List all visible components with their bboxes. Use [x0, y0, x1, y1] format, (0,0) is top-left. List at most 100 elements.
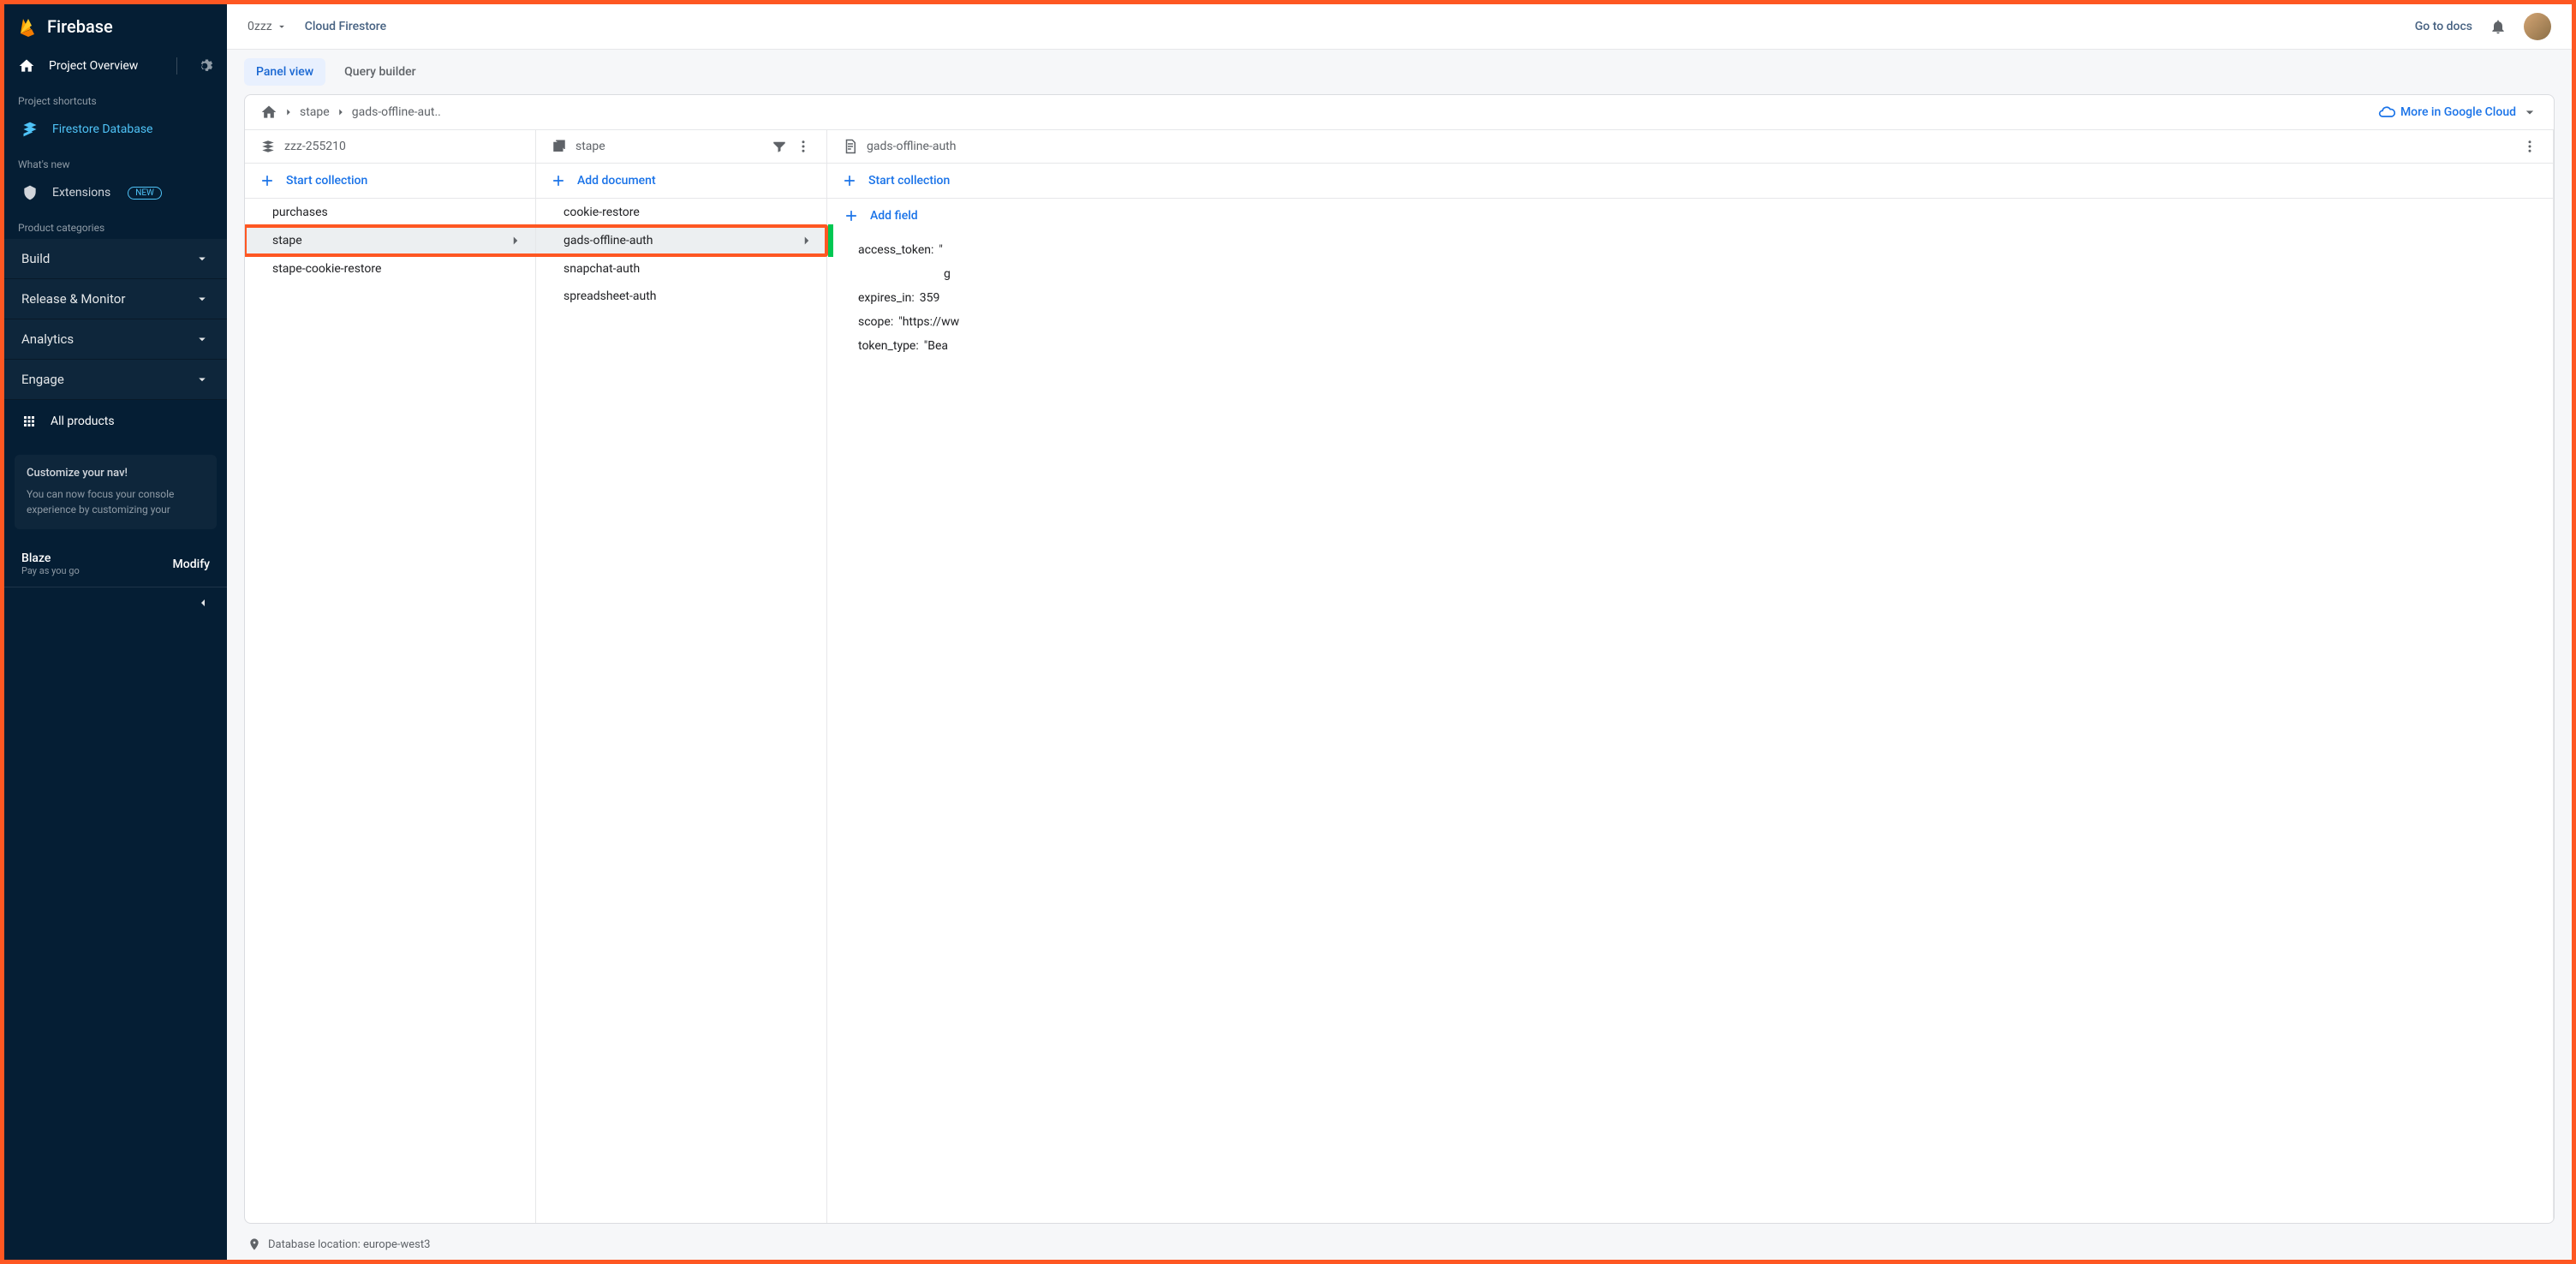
add-document-label: Add document [577, 174, 656, 188]
sidebar-item-extensions[interactable]: Extensions NEW [4, 176, 227, 210]
chevron-down-icon [194, 331, 210, 347]
home-icon[interactable] [260, 104, 277, 121]
add-field-button[interactable]: Add field [827, 199, 2553, 233]
field-row[interactable]: access_token: " [827, 238, 2553, 262]
category-label: Analytics [21, 331, 74, 347]
list-item-label: cookie-restore [564, 206, 640, 219]
filter-icon[interactable] [772, 139, 787, 154]
list-item-label: purchases [272, 206, 328, 219]
database-icon [260, 139, 276, 154]
field-value: 359 [920, 291, 940, 305]
field-value: " [939, 243, 942, 257]
fields-column: gads-offline-auth Start collection Add f… [827, 130, 2554, 1223]
all-products-link[interactable]: All products [4, 400, 227, 443]
footer: Database location: europe-west3 [227, 1229, 2572, 1260]
promo-card: Customize your nav! You can now focus yo… [15, 455, 217, 529]
new-badge: NEW [128, 187, 162, 200]
list-item[interactable]: cookie-restore [536, 199, 826, 226]
field-key: scope: [858, 315, 893, 329]
firestore-icon [21, 121, 39, 138]
category-analytics[interactable]: Analytics [4, 319, 227, 360]
firebase-logo-row[interactable]: Firebase [4, 4, 227, 49]
category-build[interactable]: Build [4, 239, 227, 279]
list-item-label: spreadsheet-auth [564, 289, 657, 303]
location-icon [247, 1237, 261, 1251]
list-item-label: gads-offline-auth [564, 234, 653, 247]
start-collection-button[interactable]: Start collection [827, 164, 2553, 199]
category-label: Engage [21, 372, 64, 387]
column-header-root: zzz-255210 [245, 130, 535, 164]
apps-icon [21, 414, 37, 429]
list-item[interactable]: spreadsheet-auth [536, 283, 826, 310]
field-key: expires_in: [858, 291, 915, 305]
breadcrumb-document[interactable]: gads-offline-aut.. [352, 105, 441, 119]
extensions-icon [21, 184, 39, 201]
list-item-label: snapchat-auth [564, 262, 640, 276]
start-collection-label: Start collection [868, 174, 950, 188]
cloud-icon [2378, 104, 2395, 121]
project-overview-row[interactable]: Project Overview [4, 49, 227, 83]
list-item[interactable]: gads-offline-auth [536, 226, 826, 255]
chevron-right-icon [335, 106, 347, 118]
category-engage[interactable]: Engage [4, 360, 227, 400]
breadcrumb-collection[interactable]: stape [300, 105, 330, 119]
go-to-docs-link[interactable]: Go to docs [2415, 20, 2472, 33]
sidebar: Firebase Project Overview Project shortc… [4, 4, 227, 1260]
plus-icon [550, 172, 567, 189]
more-vert-icon[interactable] [796, 139, 811, 154]
home-icon [18, 57, 35, 75]
category-label: Release & Monitor [21, 291, 125, 307]
collection-column: zzz-255210 Start collection purchases sta… [245, 130, 536, 1223]
notifications-icon[interactable] [2490, 18, 2507, 35]
category-label: Build [21, 251, 50, 266]
breadcrumb: stape gads-offline-aut.. More in Google … [245, 95, 2554, 130]
plus-icon [841, 172, 858, 189]
list-item[interactable]: purchases [245, 199, 535, 226]
collapse-sidebar-button[interactable] [4, 587, 227, 618]
section-shortcuts-label: Project shortcuts [4, 83, 227, 112]
field-row[interactable]: scope: "https://ww [827, 310, 2553, 334]
tabs: Panel view Query builder [227, 50, 2572, 94]
field-row[interactable]: expires_in: 359 [827, 286, 2553, 310]
collection-icon [552, 139, 567, 154]
list-item[interactable]: stape-cookie-restore [245, 255, 535, 283]
modify-button[interactable]: Modify [173, 557, 210, 571]
more-vert-icon[interactable] [2522, 139, 2537, 154]
gear-icon[interactable] [196, 57, 213, 75]
project-dropdown[interactable]: 0zzz [247, 20, 288, 33]
list-item[interactable]: snapchat-auth [536, 255, 826, 283]
list-item-label: stape-cookie-restore [272, 262, 381, 276]
plan-sub: Pay as you go [21, 565, 80, 576]
database-location-label: Database location: europe-west3 [268, 1238, 430, 1251]
category-release-monitor[interactable]: Release & Monitor [4, 279, 227, 319]
more-in-google-cloud-link[interactable]: More in Google Cloud [2378, 104, 2538, 121]
section-whatsnew-label: What's new [4, 146, 227, 176]
start-collection-button[interactable]: Start collection [245, 164, 535, 199]
plus-icon [843, 207, 860, 224]
tab-query-builder[interactable]: Query builder [332, 58, 427, 86]
list-item-label: stape [272, 234, 302, 247]
project-overview-label: Project Overview [49, 59, 158, 73]
field-value: "Bea [924, 339, 948, 353]
start-collection-label: Start collection [286, 174, 367, 188]
list-item[interactable]: stape [245, 226, 535, 255]
green-indicator [828, 224, 833, 257]
all-products-label: All products [51, 414, 115, 428]
chevron-right-icon [508, 233, 523, 248]
field-row[interactable]: token_type: "Bea [827, 334, 2553, 358]
tab-panel-view[interactable]: Panel view [244, 58, 325, 86]
firestore-panel: stape gads-offline-aut.. More in Google … [244, 94, 2555, 1224]
document-name: gads-offline-auth [867, 140, 956, 153]
chevron-down-icon [276, 21, 288, 33]
sidebar-item-firestore-database[interactable]: Firestore Database [4, 112, 227, 146]
add-document-button[interactable]: Add document [536, 164, 826, 199]
document-icon [843, 139, 858, 154]
cloud-link-label: More in Google Cloud [2400, 105, 2516, 119]
column-header-document: gads-offline-auth [827, 130, 2553, 164]
topbar-title: Cloud Firestore [305, 20, 386, 33]
field-value: "https://ww [898, 315, 959, 329]
field-key: access_token: [858, 243, 933, 257]
avatar[interactable] [2524, 13, 2551, 40]
firebase-flame-icon [18, 16, 39, 37]
root-name: zzz-255210 [284, 140, 346, 153]
